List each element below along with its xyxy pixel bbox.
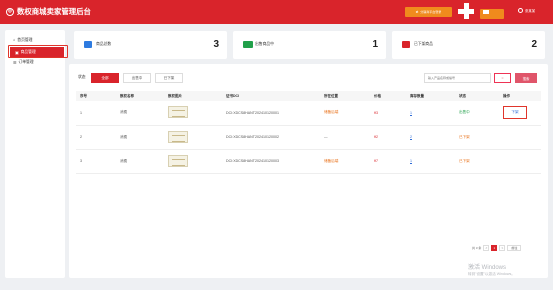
page-1-button[interactable]: 1 (491, 245, 498, 251)
cell-quantity[interactable]: 1 (406, 149, 455, 174)
col-name: 数权名称 (116, 91, 164, 101)
col-quantity: 库存数量 (406, 91, 455, 101)
tab-on-sale[interactable]: 出售中 (123, 73, 151, 83)
cell-name: 消费 (116, 149, 164, 174)
login-icon: ⇄ (415, 10, 419, 14)
app-logo: ◎ 数权商城卖家管理后台 (6, 6, 91, 17)
cell-dci: DCI:XDCS8HANT202410120003 (222, 149, 320, 174)
refresh-icon: ○ (501, 76, 504, 80)
status-filter-label: 状态 (78, 75, 86, 79)
tag-icon (243, 41, 253, 48)
tab-off-shelf[interactable]: 已下架 (155, 73, 183, 83)
cell-index: 1 (76, 101, 116, 126)
pagination: 共 3 条 < 1 > 前往 (472, 245, 522, 251)
bag-icon (84, 41, 92, 48)
next-page-button[interactable]: > (499, 245, 506, 251)
search-input[interactable] (424, 73, 491, 83)
stat-card-total: 商品总数 3 (74, 31, 227, 59)
stat-card-on-sale: 出售商品中 1 (233, 31, 386, 59)
cell-name: 消费 (116, 125, 164, 150)
goto-page-input[interactable]: 前往 (507, 245, 522, 251)
sidebar-item-home[interactable]: ⌂ 首页管理 (5, 35, 65, 45)
col-status: 状态 (455, 91, 499, 101)
tab-all[interactable]: 全部 (91, 73, 119, 83)
cell-index: 3 (76, 149, 116, 174)
cell-quantity[interactable]: 2 (406, 125, 455, 150)
user-menu[interactable]: 张某某 (518, 8, 535, 13)
certificate-thumbnail[interactable] (168, 154, 188, 167)
stat-value: 1 (372, 39, 378, 50)
sidebar: ⌂ 首页管理 ▣ 商品管理 ☰ 订单管理 (5, 30, 65, 278)
logo-icon: ◎ (6, 7, 14, 16)
table-row: 3 消费 DCI:XDCS8HANT202410120003 储备后端 ¥7 1… (76, 149, 541, 174)
col-actions: 操作 (499, 91, 541, 101)
cell-price: ¥7 (370, 149, 406, 174)
col-image: 数权图片 (164, 91, 222, 101)
cell-quantity[interactable]: 1 (406, 101, 455, 126)
cell-location: 储备后端 (320, 149, 370, 174)
stat-value: 3 (213, 39, 219, 50)
highlight-box-sidebar (8, 45, 68, 58)
status-badge: 已下架 (455, 125, 499, 150)
stat-label: 出售商品中 (255, 42, 274, 46)
cell-location: — (320, 125, 370, 150)
plus-icon (458, 3, 474, 19)
distributor-login-button[interactable]: ⇄ 分销商平台登录 (405, 7, 452, 17)
table-header: 序号 数权名称 数权图片 证书DCI 所在位置 价格 库存数量 状态 操作 (76, 91, 541, 101)
status-badge: 出售中 (455, 101, 499, 126)
total-count: 共 3 条 (472, 246, 482, 250)
cell-dci: DCI:XDCS8HANT202410120001 (222, 101, 320, 126)
top-header: ◎ 数权商城卖家管理后台 ⇄ 分销商平台登录 张某某 (0, 0, 553, 24)
user-icon (518, 8, 523, 13)
product-table: 序号 数权名称 数权图片 证书DCI 所在位置 价格 库存数量 状态 操作 1 … (76, 91, 541, 174)
col-location: 所在位置 (320, 91, 370, 101)
stat-label: 商品总数 (96, 42, 112, 46)
sidebar-item-orders[interactable]: ☰ 订单管理 (5, 57, 65, 67)
archive-icon (402, 41, 410, 48)
stat-value: 2 (531, 39, 537, 50)
app-title: 数权商城卖家管理后台 (17, 7, 91, 16)
product-list-panel: 状态 全部 出售中 已下架 ○ 搜索 序号 数权名称 数权图片 证书DCI 所在… (69, 64, 548, 278)
certificate-thumbnail[interactable] (168, 106, 188, 119)
list-icon: ☰ (13, 60, 17, 65)
stat-card-off-shelf: 已下架商品 2 (392, 31, 545, 59)
table-row: 2 消费 DCI:XDCS8HANT202410120002 — ¥2 2 已下… (76, 125, 541, 150)
col-dci: 证书DCI (222, 91, 320, 101)
cell-dci: DCI:XDCS8HANT202410120002 (222, 125, 320, 150)
take-down-button[interactable]: 下架 (503, 106, 527, 120)
header-badge-dot (483, 10, 489, 14)
col-price: 价格 (370, 91, 406, 101)
stat-label: 已下架商品 (414, 42, 433, 46)
status-badge: 已下架 (455, 149, 499, 174)
reset-button[interactable]: ○ (494, 73, 511, 83)
prev-page-button[interactable]: < (483, 245, 490, 251)
user-name: 张某某 (525, 9, 536, 13)
search-button[interactable]: 搜索 (515, 73, 537, 83)
col-index: 序号 (76, 91, 116, 101)
cell-price: ¥2 (370, 125, 406, 150)
table-row: 1 消费 DCI:XDCS8HANT202410120001 储备后端 ¥3 1… (76, 101, 541, 126)
cell-actions (499, 149, 541, 174)
cell-price: ¥3 (370, 101, 406, 126)
cell-name: 消费 (116, 101, 164, 126)
cell-location: 储备后端 (320, 101, 370, 126)
home-icon: ⌂ (13, 38, 16, 42)
certificate-thumbnail[interactable] (168, 130, 188, 143)
cell-index: 2 (76, 125, 116, 150)
cell-actions (499, 125, 541, 150)
windows-activation-watermark: 激活 Windows 转到"设置"以激活 Windows。 (468, 265, 515, 276)
